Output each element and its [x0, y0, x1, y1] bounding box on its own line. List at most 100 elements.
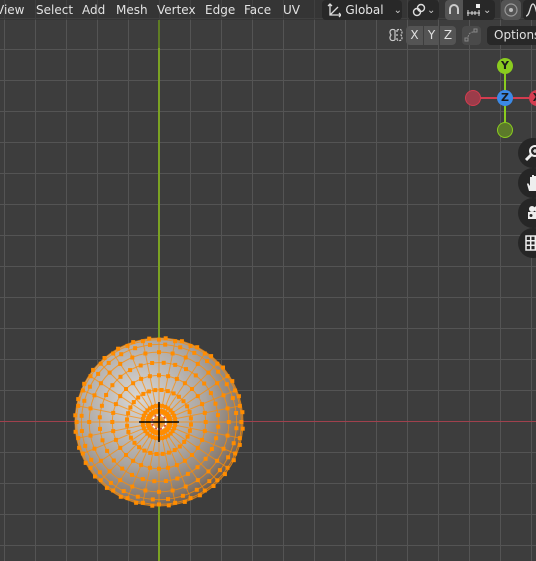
mesh-vertex	[183, 484, 188, 489]
mesh-vertex	[77, 445, 82, 450]
mesh-vertex	[182, 381, 187, 386]
menu-uv[interactable]: UV	[283, 2, 300, 18]
mesh-vertex	[83, 443, 88, 448]
mesh-vertex	[142, 448, 147, 453]
mesh-vertex	[128, 368, 133, 373]
mesh-vertex	[157, 373, 161, 378]
transform-orientation-dropdown[interactable]: Global ⌄	[322, 0, 402, 20]
mesh-vertex	[91, 367, 96, 372]
mesh-vertex	[134, 500, 139, 505]
mesh-vertex	[185, 471, 190, 476]
mesh-vertex	[159, 388, 164, 392]
mesh-vertex	[150, 503, 155, 508]
gizmo-neg-y-axis[interactable]	[497, 122, 513, 138]
mesh-vertex	[118, 478, 123, 483]
mesh-vertex	[213, 401, 218, 406]
mesh-vertex	[237, 436, 242, 441]
mesh-vertex	[157, 466, 161, 471]
mesh-vertex	[126, 429, 131, 434]
mesh-vertex	[76, 436, 81, 441]
mesh-vertex	[143, 351, 148, 356]
mesh-vertex	[202, 410, 207, 415]
mesh-vertex	[154, 452, 159, 456]
mesh-vertex	[225, 406, 230, 411]
mesh-vertex	[161, 360, 166, 365]
mesh-vertex	[113, 402, 118, 407]
mesh-vertex	[121, 489, 126, 494]
mesh-vertex	[125, 343, 130, 348]
mesh-vertex	[120, 466, 125, 471]
mesh-vertex	[230, 379, 235, 384]
mesh-vertex	[185, 404, 190, 409]
mesh-vertex	[124, 453, 128, 457]
menu-add[interactable]: Add	[82, 2, 105, 18]
mesh-vertex	[217, 468, 222, 473]
mesh-vertex	[82, 398, 87, 403]
mesh-vertex	[118, 361, 123, 366]
mesh-vertex	[87, 384, 92, 389]
proportional-edit-toggle[interactable]	[501, 0, 521, 20]
mesh-vertex	[118, 394, 123, 399]
mesh-vertex	[79, 429, 84, 433]
mesh-vertex	[148, 342, 152, 347]
menu-view[interactable]: View	[0, 2, 24, 18]
menu-select[interactable]: Select	[36, 2, 73, 18]
mesh-vertex	[87, 420, 92, 424]
mesh-vertex	[181, 399, 186, 404]
mesh-vertex	[111, 351, 116, 356]
uv-sphere-mesh[interactable]	[0, 0, 536, 561]
mesh-vertex	[171, 391, 176, 396]
mesh-vertex	[221, 393, 226, 398]
mesh-vertex	[119, 352, 124, 357]
options-dropdown[interactable]: Options	[487, 26, 536, 45]
mirror-z-toggle[interactable]: Z	[439, 26, 456, 45]
mesh-vertex	[98, 361, 103, 366]
mesh-vertex	[225, 374, 230, 379]
mesh-vertex	[166, 450, 171, 455]
mesh-vertex	[222, 472, 227, 477]
mesh-vertex	[97, 470, 102, 475]
mesh-vertex	[163, 479, 168, 483]
gizmo-z-axis[interactable]: Z	[497, 90, 513, 106]
auto-merge-toggle[interactable]	[462, 26, 481, 45]
mesh-vertex	[74, 420, 79, 424]
mesh-vertex	[147, 336, 152, 341]
mesh-vertex	[177, 444, 182, 449]
pivot-link-icon	[412, 3, 426, 17]
mirror-y-toggle[interactable]: Y	[423, 26, 439, 45]
menu-face[interactable]: Face	[244, 2, 271, 18]
mesh-vertex	[98, 458, 103, 463]
mesh-vertex	[211, 484, 216, 488]
gizmo-neg-x-axis[interactable]	[465, 90, 481, 106]
mesh-vertex	[135, 494, 140, 499]
mirror-x-toggle[interactable]: X	[406, 26, 423, 45]
mesh-vertex	[131, 400, 136, 405]
mesh-vertex	[150, 361, 155, 365]
mesh-vertex	[131, 381, 136, 386]
menu-edge[interactable]: Edge	[205, 2, 235, 18]
mesh-vertex	[152, 479, 157, 484]
mesh-vertex	[157, 489, 161, 494]
mesh-vertex	[209, 354, 214, 359]
menu-mesh[interactable]: Mesh	[116, 2, 148, 18]
mesh-vertex	[207, 479, 212, 484]
mesh-vertex	[108, 480, 113, 485]
mesh-vertex	[194, 487, 199, 492]
proportional-falloff-dropdown[interactable]	[523, 0, 536, 20]
menu-vertex[interactable]: Vertex	[157, 2, 196, 18]
mesh-vertex	[197, 493, 202, 498]
mesh-vertex	[97, 415, 102, 420]
mesh-vertex	[160, 451, 165, 456]
camera-icon	[528, 206, 536, 219]
mesh-vertex	[166, 374, 171, 379]
mesh-vertex	[130, 472, 134, 477]
mesh-vertex	[166, 465, 171, 470]
mesh-vertex	[170, 351, 175, 356]
pivot-point-dropdown[interactable]: ⌄	[408, 0, 439, 20]
mesh-vertex	[98, 381, 103, 386]
mesh-vertex	[182, 458, 187, 463]
gizmo-y-axis[interactable]: Y	[497, 58, 513, 74]
mesh-vertex	[138, 363, 143, 368]
snap-toggle[interactable]	[445, 0, 463, 20]
snap-target-dropdown[interactable]: ⌄	[463, 0, 495, 20]
